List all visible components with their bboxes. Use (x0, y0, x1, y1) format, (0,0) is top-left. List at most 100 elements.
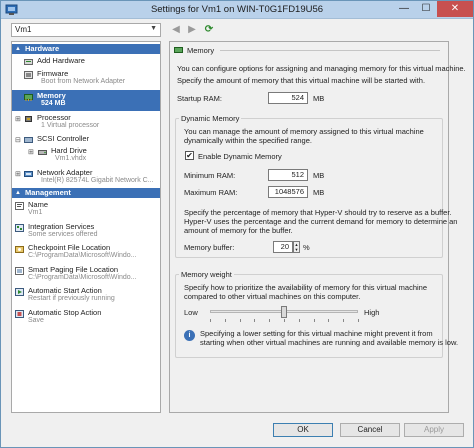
close-window-button[interactable]: ✕ (437, 1, 473, 17)
slider-tick (269, 319, 271, 322)
hardware-section-header[interactable]: ▲ Hardware (12, 44, 160, 54)
memory-buffer-percent: % (303, 243, 310, 252)
checkpoint-icon (15, 246, 24, 253)
refresh-icon[interactable]: ⟳ (202, 23, 216, 37)
minimum-ram-label: Minimum RAM: (184, 171, 236, 180)
forward-icon[interactable]: ▶ (185, 23, 199, 37)
startup-ram-unit: MB (313, 94, 325, 103)
tree-item-label: Hard Drive (51, 146, 87, 155)
tree-item-label: Name (28, 200, 49, 209)
weight-high-label: High (364, 308, 380, 317)
collapse-icon[interactable]: ⊟ (15, 136, 21, 144)
enable-dynamic-memory-checkbox[interactable]: ✔ (185, 151, 194, 160)
weight-desc-line-1: Specify how to prioritize the availabili… (184, 283, 428, 292)
maximum-ram-label: Maximum RAM: (184, 188, 238, 197)
auto-start-icon (15, 288, 24, 296)
buffer-desc-line-1: Specify the percentage of memory that Hy… (184, 208, 452, 217)
tree-item-firmware[interactable]: Firmware Boot from Network Adapter (12, 68, 160, 89)
weight-note-line-1: Specifying a lower setting for this virt… (200, 329, 433, 338)
tree-item-label: Smart Paging File Location (28, 265, 119, 274)
tree-item-detail: C:\ProgramData\Microsoft\Windo... (28, 252, 137, 259)
collapse-icon: ▲ (15, 46, 21, 52)
memory-specify-text: Specify the amount of memory that this v… (177, 76, 426, 85)
tree-item-label: Automatic Stop Action (28, 308, 102, 317)
tree-item-detail: Boot from Network Adapter (41, 78, 126, 85)
memory-weight-slider-thumb[interactable] (281, 306, 287, 318)
memory-intro-text: You can configure options for assigning … (177, 64, 466, 73)
minimize-button[interactable]: — (393, 1, 415, 17)
tree-item-automatic-start-action[interactable]: Automatic Start Action Restart if previo… (12, 285, 160, 306)
slider-tick (224, 319, 226, 322)
tree-item-processor[interactable]: ⊞ Processor 1 Virtual processor (12, 112, 160, 133)
dynamic-memory-group-title: Dynamic Memory (179, 114, 242, 123)
tree-item-detail: Vm1.vhdx (55, 155, 87, 162)
slider-tick (254, 319, 256, 322)
tree-item-label: Checkpoint File Location (28, 243, 111, 252)
maximum-ram-input[interactable]: 1048576 (268, 186, 308, 198)
tree-item-checkpoint-file-location[interactable]: Checkpoint File Location C:\ProgramData\… (12, 242, 160, 263)
buffer-desc-line-3: amount of memory for the buffer. (184, 226, 293, 235)
add-hardware-icon (24, 59, 33, 65)
collapse-icon: ▲ (15, 190, 21, 196)
tree-item-hard-drive[interactable]: ⊞ Hard Drive Vm1.vhdx (12, 145, 160, 166)
dynamic-desc-line-2: dynamically within the specified range. (184, 136, 312, 145)
back-icon[interactable]: ◀ (169, 23, 183, 37)
cancel-button[interactable]: Cancel (340, 423, 400, 437)
minimum-ram-unit: MB (313, 171, 325, 180)
scsi-controller-icon (24, 137, 33, 143)
slider-tick (328, 319, 330, 322)
weight-desc-line-2: compared to other virtual machines on th… (184, 292, 361, 301)
expand-icon[interactable]: ⊞ (28, 148, 34, 156)
enable-dynamic-memory-label: Enable Dynamic Memory (198, 152, 282, 161)
tree-item-detail: Intel(R) 82574L Gigabit Network C... (41, 177, 154, 184)
tree-item-name[interactable]: Name Vm1 (12, 199, 160, 220)
hardware-header-label: Hardware (25, 44, 60, 53)
integration-services-icon (15, 224, 24, 232)
chevron-down-icon: ▼ (150, 25, 157, 32)
firmware-icon (24, 71, 33, 79)
settings-window: Settings for Vm1 on WIN-T0G1FD19U56 — ☐ … (0, 0, 474, 448)
management-section-header[interactable]: ▲ Management (12, 188, 160, 198)
memory-buffer-spinner[interactable]: ▲ ▼ (293, 241, 300, 253)
expand-icon[interactable]: ⊞ (15, 115, 21, 123)
apply-button[interactable]: Apply (404, 423, 464, 437)
management-header-label: Management (25, 188, 71, 197)
tree-item-detail: Some services offered (28, 231, 98, 238)
info-icon: i (184, 330, 195, 341)
memory-buffer-label: Memory buffer: (184, 243, 235, 252)
maximize-button[interactable]: ☐ (415, 1, 437, 17)
weight-note-line-2: starting when other virtual machines are… (200, 338, 459, 347)
ok-button[interactable]: OK (273, 423, 333, 437)
slider-tick (358, 319, 359, 322)
network-adapter-icon (24, 171, 33, 177)
memory-heading-label: Memory (187, 46, 215, 55)
minimum-ram-input[interactable]: 512 (268, 169, 308, 181)
tree-item-detail: 1 Virtual processor (41, 122, 100, 129)
slider-tick (298, 319, 300, 322)
title-bar: Settings for Vm1 on WIN-T0G1FD19U56 — ☐ … (1, 1, 473, 19)
memory-weight-group-title: Memory weight (179, 270, 234, 279)
startup-ram-label: Startup RAM: (177, 94, 223, 103)
buffer-desc-line-2: Hyper-V uses the percentage and the curr… (184, 217, 458, 226)
vm-selector[interactable]: Vm1 ▼ (11, 23, 161, 37)
startup-ram-input[interactable]: 524 (268, 92, 308, 104)
tree-item-integration-services[interactable]: Integration Services Some services offer… (12, 221, 160, 242)
tree-item-label: Memory (37, 91, 66, 100)
auto-stop-icon (15, 310, 24, 318)
slider-tick (210, 319, 211, 322)
tree-item-memory[interactable]: Memory 524 MB (12, 90, 160, 111)
tree-item-label: Add Hardware (37, 56, 85, 65)
memory-settings-panel: Memory You can configure options for ass… (169, 41, 466, 413)
dynamic-desc-line-1: You can manage the amount of memory assi… (184, 127, 424, 136)
tree-item-label: SCSI Controller (37, 134, 90, 143)
tree-item-smart-paging-file-location[interactable]: Smart Paging File Location C:\ProgramDat… (12, 264, 160, 285)
tree-item-detail: Vm1 (28, 209, 43, 216)
expand-icon[interactable]: ⊞ (15, 170, 21, 178)
tree-item-label: Processor (37, 113, 71, 122)
memory-icon (174, 47, 183, 53)
tree-item-network-adapter[interactable]: ⊞ Network Adapter Intel(R) 82574L Gigabi… (12, 167, 160, 188)
tree-item-detail: 524 MB (41, 100, 66, 107)
tree-item-automatic-stop-action[interactable]: Automatic Stop Action Save (12, 307, 160, 328)
tree-item-label: Integration Services (28, 222, 95, 231)
memory-buffer-input[interactable]: 20 (273, 241, 293, 253)
